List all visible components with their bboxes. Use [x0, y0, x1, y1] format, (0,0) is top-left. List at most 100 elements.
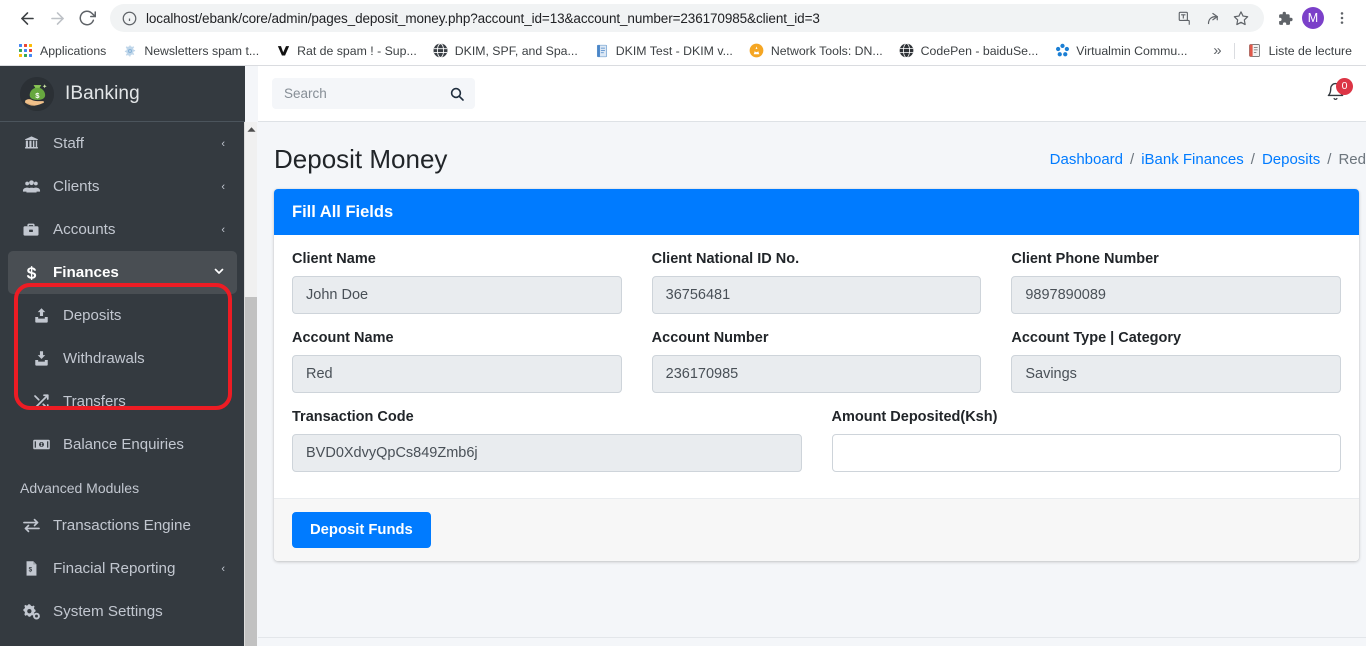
deposit-form-card: Fill All Fields Client Name Client Natio…: [274, 189, 1359, 561]
bookmark-label: Virtualmin Commu...: [1076, 43, 1188, 58]
field-label: Transaction Code: [292, 409, 414, 425]
sidebar-item-finacial-reporting[interactable]: $ Finacial Reporting ‹: [8, 547, 237, 590]
reload-button[interactable]: [72, 3, 102, 33]
scrollbar-thumb[interactable]: [245, 297, 257, 646]
extensions-puzzle-icon[interactable]: [1270, 4, 1298, 32]
upload-icon: [30, 307, 52, 324]
sidebar-item-label: Withdrawals: [63, 350, 145, 367]
field-account-number: Account Number: [651, 330, 982, 393]
field-label: Amount Deposited(Ksh): [831, 409, 998, 425]
client-national-id-input[interactable]: [651, 276, 982, 314]
orange-circle-favicon: [749, 43, 765, 59]
address-bar[interactable]: localhost/ebank/core/admin/pages_deposit…: [110, 4, 1264, 32]
breadcrumb-item-ibank-finances[interactable]: iBank Finances: [1141, 151, 1244, 168]
sidebar-item-withdrawals[interactable]: Withdrawals: [8, 337, 237, 380]
forward-button[interactable]: [42, 3, 72, 33]
field-label: Account Type | Category: [1011, 330, 1182, 346]
sidebar-item-transactions-engine[interactable]: Transactions Engine: [8, 504, 237, 547]
sidebar-item-label: Finances: [53, 264, 119, 281]
sidebar-item-accounts[interactable]: Accounts ‹: [8, 208, 237, 251]
app-viewport: $ IBanking Staff ‹ Clients ‹ Accounts ‹ …: [0, 66, 1366, 646]
sidebar-section-advanced-modules: Advanced Modules: [20, 480, 140, 496]
client-name-input[interactable]: [292, 276, 622, 314]
download-icon: [30, 350, 52, 367]
bookmark-network-tools[interactable]: Network Tools: DN...: [741, 40, 891, 62]
bookmark-label: Network Tools: DN...: [770, 43, 883, 58]
invoice-icon: $: [20, 560, 42, 577]
search-box[interactable]: [272, 78, 475, 109]
sidebar-item-deposits[interactable]: Deposits: [8, 294, 237, 337]
three-dot-menu-icon[interactable]: [1328, 4, 1356, 32]
bookmark-rat-de-spam[interactable]: Rat de spam ! - Sup...: [267, 40, 425, 62]
translate-icon[interactable]: [1172, 5, 1198, 31]
bookmark-virtualmin[interactable]: Virtualmin Commu...: [1046, 40, 1195, 62]
transaction-code-input[interactable]: [292, 434, 802, 472]
bookmark-newsletters-spam[interactable]: Newsletters spam t...: [114, 40, 267, 62]
field-label: Client National ID No.: [651, 251, 800, 267]
sidebar-item-label: System Settings: [53, 603, 163, 620]
document-favicon: [594, 43, 610, 59]
field-label: Account Number: [651, 330, 769, 346]
sidebar-item-finances[interactable]: Finances: [8, 251, 237, 294]
gears-icon: [20, 602, 42, 621]
bookmark-label: Applications: [40, 43, 107, 58]
sidebar-item-balance-enquiries[interactable]: Balance Enquiries: [8, 423, 237, 466]
bookmark-label: Rat de spam ! - Sup...: [297, 43, 417, 58]
breadcrumb-item-current: Red: [1338, 151, 1366, 168]
v-favicon: [275, 43, 291, 59]
clients-icon: [20, 177, 42, 196]
bookmarks-divider: [1233, 42, 1235, 59]
form-row-2: Account Name Account Number Account Type…: [292, 330, 1342, 393]
profile-avatar[interactable]: M: [1299, 4, 1327, 32]
chevron-down-icon: [213, 265, 225, 280]
url-text: localhost/ebank/core/admin/pages_deposit…: [146, 10, 820, 26]
sidebar-nav: Staff ‹ Clients ‹ Accounts ‹ Finances De…: [0, 122, 245, 633]
site-info-icon[interactable]: [122, 11, 137, 26]
field-client-phone-number: Client Phone Number: [1011, 251, 1342, 314]
bookmark-dkim-test[interactable]: DKIM Test - DKIM v...: [586, 40, 741, 62]
search-icon[interactable]: [449, 86, 465, 102]
deposit-funds-button[interactable]: Deposit Funds: [292, 512, 431, 548]
share-icon[interactable]: [1200, 5, 1226, 31]
sidebar-item-clients[interactable]: Clients ‹: [8, 165, 237, 208]
chevron-left-icon: ‹: [221, 562, 225, 575]
breadcrumb-item-deposits[interactable]: Deposits: [1262, 151, 1320, 168]
brand-title: IBanking: [65, 82, 140, 104]
search-input[interactable]: [284, 86, 449, 101]
browser-toolbar-right: M: [1266, 4, 1356, 32]
bookmarks-overflow-button[interactable]: »: [1205, 42, 1229, 59]
breadcrumb-item-dashboard[interactable]: Dashboard: [1050, 151, 1123, 168]
amount-deposited-input[interactable]: [831, 434, 1341, 472]
money-note-icon: [30, 435, 52, 454]
account-name-input[interactable]: [292, 355, 622, 393]
top-navbar: 0: [258, 66, 1366, 122]
sidebar-scrollbar[interactable]: [244, 122, 257, 646]
dark-globe-favicon: [899, 43, 915, 59]
reading-list-button[interactable]: Liste de lecture: [1239, 40, 1360, 62]
sidebar-item-label: Clients: [53, 178, 100, 195]
bookmark-star-icon[interactable]: [1228, 5, 1254, 31]
sidebar-item-staff[interactable]: Staff ‹: [8, 122, 237, 165]
scroll-up-arrow-icon[interactable]: [245, 122, 258, 136]
field-label: Account Name: [292, 330, 394, 346]
back-button[interactable]: [12, 3, 42, 33]
breadcrumb: Dashboard / iBank Finances / Deposits / …: [1050, 151, 1366, 168]
sidebar-item-label: Balance Enquiries: [63, 436, 184, 453]
sidebar-item-system-settings[interactable]: System Settings: [8, 590, 237, 633]
page-title: Deposit Money: [274, 144, 448, 174]
breadcrumb-separator: /: [1250, 151, 1255, 168]
sidebar-brand[interactable]: $ IBanking: [0, 66, 245, 122]
field-label: Client Name: [292, 251, 376, 267]
bookmark-applications[interactable]: Applications: [10, 40, 114, 62]
notifications-button[interactable]: 0: [1320, 77, 1353, 109]
sidebar-item-label: Transactions Engine: [53, 517, 191, 534]
field-client-national-id: Client National ID No.: [651, 251, 982, 314]
chevron-left-icon: ‹: [221, 137, 225, 150]
bookmark-codepen[interactable]: CodePen - baiduSe...: [891, 40, 1047, 62]
client-phone-number-input[interactable]: [1011, 276, 1342, 314]
sidebar-item-transfers[interactable]: Transfers: [8, 380, 237, 423]
account-type-category-input[interactable]: [1011, 355, 1342, 393]
field-client-name: Client Name: [292, 251, 622, 314]
bookmark-dkim-spf-spa[interactable]: DKIM, SPF, and Spa...: [425, 40, 586, 62]
account-number-input[interactable]: [651, 355, 982, 393]
